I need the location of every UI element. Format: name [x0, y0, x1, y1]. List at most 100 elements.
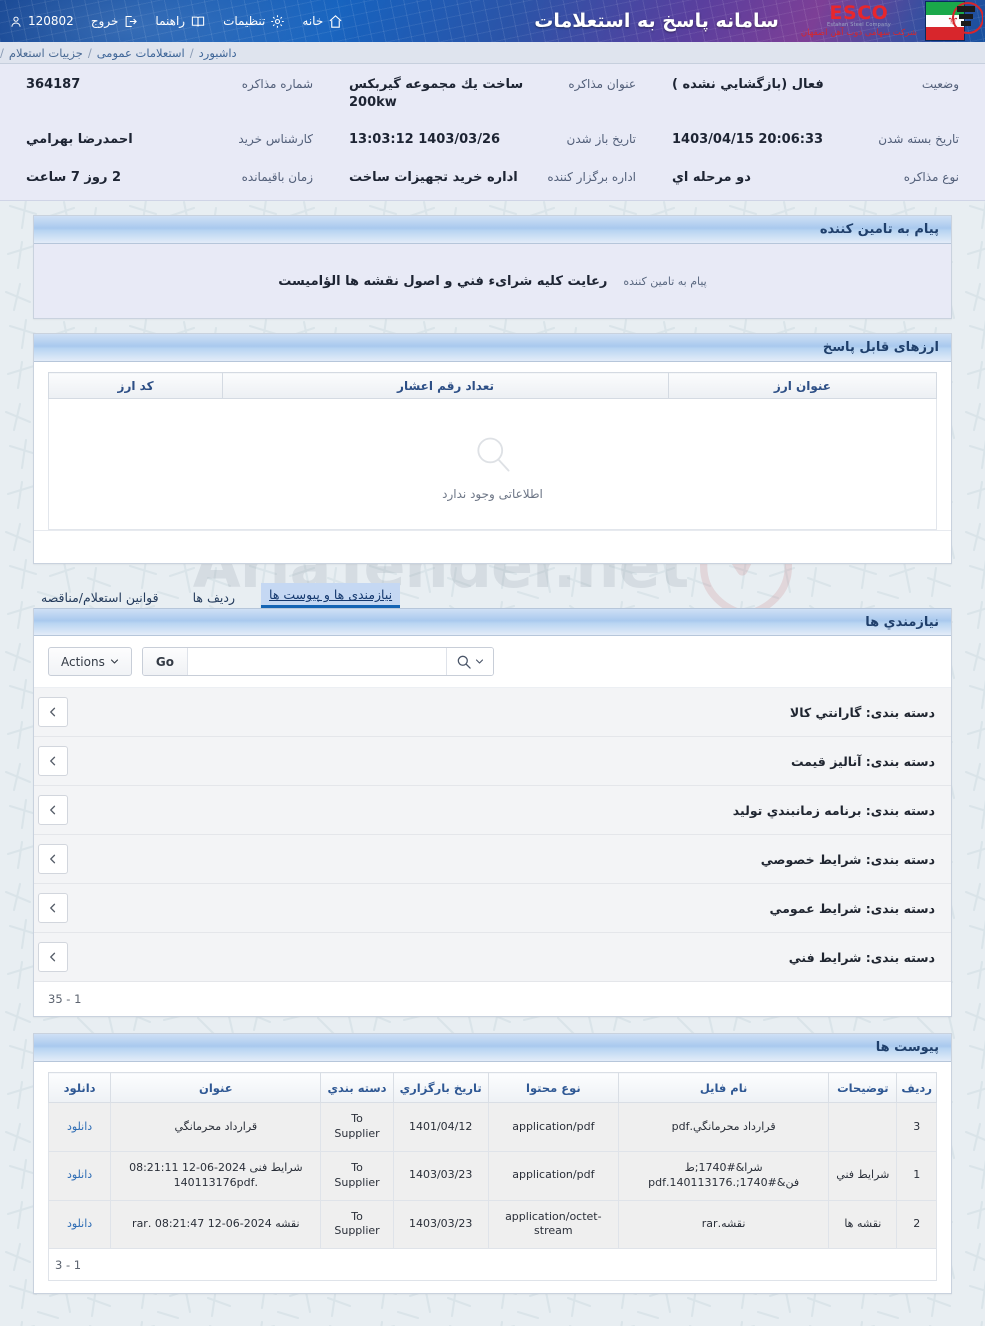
currency-table-header-row: عنوان ارز تعداد رقم اعشار کد ارز: [47, 372, 938, 400]
requirements-search-group: Go: [141, 647, 494, 677]
tab-requirements-attachments-label: نیازمندی ها و پیوست ها: [269, 587, 393, 603]
breadcrumb-item-inquiries[interactable]: استعلامات عمومی: [97, 46, 185, 60]
inquiry-summary-grid: وضعیت فعال (بازگشايي نشده ) عنوان مذاکره…: [0, 76, 985, 186]
requirement-expand-production-schedule[interactable]: [38, 795, 68, 826]
summary-value-type: دو مرحله اي: [672, 169, 751, 185]
nav-user[interactable]: 120802: [9, 14, 74, 29]
summary-value-title: ساخت يك مجموعه گيربكس 200kw: [349, 77, 524, 110]
summary-field-remaining-time: زمان باقیمانده 2 روز 7 ساعت: [8, 169, 331, 187]
tab-requirements-attachments[interactable]: نیازمندی ها و پیوست ها: [261, 583, 401, 609]
currency-col-decimals[interactable]: تعداد رقم اعشار: [222, 372, 669, 400]
requirements-pagination-text: 35 - 1: [48, 992, 82, 1007]
tab-line-items[interactable]: ردیف ها: [185, 586, 243, 608]
attachment-category: To Supplier: [320, 1199, 394, 1250]
attachment-title: شرایط فنی 2024-06-12 08:21:11 .140113176…: [110, 1150, 322, 1201]
requirements-go-button[interactable]: Go: [142, 648, 188, 676]
summary-value-status: فعال (بازگشايي نشده ): [672, 77, 824, 92]
attachment-filename: نقشه.rar: [617, 1199, 830, 1250]
search-dropdown-button[interactable]: [445, 648, 493, 676]
attachments-col-category[interactable]: دسته بندي: [320, 1072, 394, 1104]
nav-help[interactable]: راهنما: [155, 14, 206, 29]
chevron-left-icon: [50, 805, 56, 815]
attachments-col-description[interactable]: توضیحات: [828, 1072, 898, 1104]
book-icon: [191, 16, 205, 27]
summary-value-close-date: 1403/04/15 20:06:33: [672, 132, 824, 148]
requirement-label-production-schedule: دسته بندی: برنامه زمانبندي تولید: [732, 802, 935, 818]
attachment-description: [828, 1102, 898, 1152]
requirement-label-special-conditions: دسته بندی: شرایط خصوصي: [760, 851, 935, 867]
page-title: سامانه پاسخ به استعلامات: [534, 10, 779, 32]
attachment-download-link[interactable]: دانلود: [67, 1120, 92, 1133]
requirement-label-general-conditions: دسته بندی: شرایط عمومي: [769, 900, 936, 916]
requirement-row-technical-conditions[interactable]: دسته بندی: شرایط فني: [34, 933, 951, 983]
summary-value-buyer: احمدرضا بهرامي: [26, 132, 133, 148]
nav-user-label: 120802: [28, 14, 74, 28]
summary-label-close-date: تاریخ بسته شدن: [878, 132, 959, 147]
attachments-col-download[interactable]: دانلود: [47, 1072, 112, 1104]
requirement-expand-technical-conditions[interactable]: [38, 942, 68, 973]
summary-field-title: عنوان مذاکره ساخت يك مجموعه گيربكس 200kw: [331, 76, 654, 111]
summary-field-status: وضعیت فعال (بازگشايي نشده ): [654, 76, 977, 111]
attachment-category: To Supplier: [320, 1150, 394, 1201]
summary-label-remaining-time: زمان باقیمانده: [241, 169, 313, 184]
summary-label-status: وضعیت: [921, 77, 959, 91]
attachments-col-filename[interactable]: نام فایل: [617, 1072, 830, 1104]
summary-label-type: نوع مذاکره: [903, 169, 959, 184]
attachment-upload-date: 1403/03/23: [392, 1150, 489, 1201]
attachment-download-link[interactable]: دانلود: [67, 1168, 92, 1181]
requirement-row-warranty[interactable]: دسته بندی: گارانتي کالا: [34, 688, 951, 738]
tab-inquiry-rules-label: قوانین استعلام/مناقصه: [41, 590, 159, 606]
currency-col-code[interactable]: کد ارز: [47, 372, 224, 400]
breadcrumb-separator-2: /: [87, 45, 92, 60]
nav-logout[interactable]: خروج: [91, 14, 139, 29]
supplier-message-header: پیام به تامین کننده: [34, 216, 951, 245]
detail-tabs: نیازمندی ها و پیوست ها ردیف ها قوانین اس…: [33, 582, 952, 609]
nav-logout-label: خروج: [90, 14, 119, 28]
requirement-row-production-schedule[interactable]: دسته بندی: برنامه زمانبندي تولید: [34, 786, 951, 836]
attachment-filename: شرا&#1740;ط فن&#1740;.140113176.pdf: [617, 1150, 830, 1201]
esco-logo-fa: شرکت سهامی ذوب آهن اصفهان: [800, 28, 917, 39]
requirements-search-input[interactable]: [187, 648, 446, 676]
summary-field-close-date: تاریخ بسته شدن 1403/04/15 20:06:33: [654, 131, 977, 149]
attachment-upload-date: 1401/04/12: [392, 1102, 489, 1152]
requirement-row-price-analysis[interactable]: دسته بندی: آنالیز قیمت: [34, 737, 951, 787]
breadcrumb-separator-1: /: [189, 45, 194, 60]
esco-logo-text: ESCO Esfahan Steel Company شرکت سهامی ذو…: [801, 4, 917, 38]
attachment-content-type: application/pdf: [487, 1102, 619, 1152]
requirement-row-special-conditions[interactable]: دسته بندی: شرایط خصوصي: [34, 835, 951, 885]
requirements-actions-button[interactable]: Actions: [48, 647, 132, 677]
attachments-col-radif[interactable]: ردیف: [896, 1072, 937, 1104]
requirement-expand-price-analysis[interactable]: [38, 746, 68, 777]
table-row: 3 قرارداد محرمانگي.pdf application/pdf 1…: [47, 1102, 937, 1152]
supplier-message-body: پیام به تامین کننده رعایت کلیه شرایء فني…: [34, 244, 951, 319]
nav-home[interactable]: خانه: [302, 14, 343, 29]
attachment-radif: 3: [896, 1102, 937, 1152]
requirements-go-label: Go: [155, 654, 174, 669]
nav-settings[interactable]: تنظیمات: [223, 14, 285, 29]
requirement-expand-warranty[interactable]: [38, 697, 68, 728]
nav-settings-label: تنظیمات: [223, 14, 266, 28]
summary-label-department: اداره برگزار کننده: [547, 169, 636, 184]
supplier-message-value: رعایت کلیه شرایء فني و اصول نقشه ها الؤا…: [278, 273, 608, 289]
requirement-expand-special-conditions[interactable]: [38, 844, 68, 875]
chevron-left-icon: [50, 756, 56, 766]
requirement-row-general-conditions[interactable]: دسته بندی: شرایط عمومي: [34, 884, 951, 934]
chevron-down-icon: [110, 659, 118, 664]
attachment-download-cell: دانلود: [47, 1199, 112, 1250]
answerable-currencies-title: ارزهای قابل پاسخ: [822, 340, 939, 356]
attachment-title: نقشه 2024-06-12 08:21:47 .rar: [110, 1199, 322, 1250]
chevron-left-icon: [50, 854, 56, 864]
top-header-bar: ⚜ ESCO Esfahan Steel Company شرکت سهامی …: [0, 0, 985, 42]
attachments-col-upload-date[interactable]: تاریخ بارگزاري: [392, 1072, 489, 1104]
requirements-panel: نیازمندي ها Go Actions دسته بندی: گارانت…: [33, 608, 952, 1018]
currency-table: عنوان ارز تعداد رقم اعشار کد ارز: [47, 372, 938, 400]
breadcrumb-item-dashboard[interactable]: داشبورد: [199, 46, 237, 60]
requirement-expand-general-conditions[interactable]: [38, 893, 68, 924]
currency-col-title[interactable]: عنوان ارز: [667, 372, 938, 400]
supplier-message-panel: پیام به تامین کننده پیام به تامین کننده …: [33, 215, 952, 320]
attachments-col-title[interactable]: عنوان: [110, 1072, 322, 1104]
attachment-download-link[interactable]: دانلود: [67, 1217, 92, 1230]
summary-label-title: عنوان مذاکره: [568, 77, 636, 91]
tab-inquiry-rules[interactable]: قوانین استعلام/مناقصه: [33, 586, 167, 608]
attachments-col-content-type[interactable]: نوع محتوا: [487, 1072, 619, 1104]
